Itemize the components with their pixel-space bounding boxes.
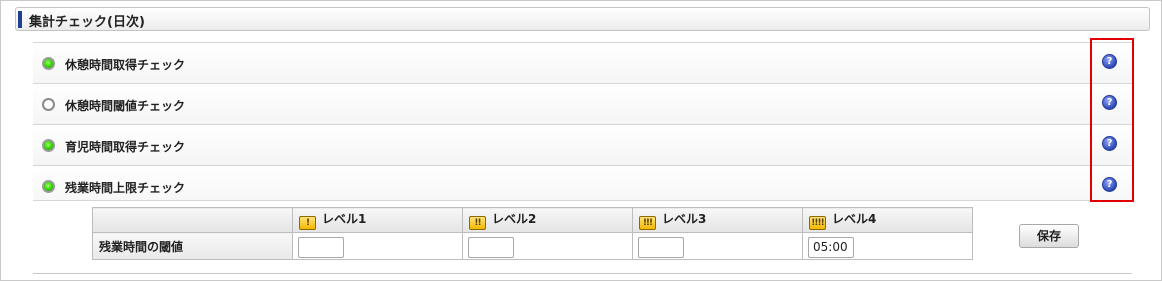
check-row-break-threshold[interactable]: 休憩時間閾値チェック ?	[33, 83, 1132, 125]
check-row-childcare-time[interactable]: 育児時間取得チェック ?	[33, 124, 1132, 166]
warning-level-3-icon: !!!	[639, 216, 656, 230]
level-3-time-input[interactable]	[638, 236, 684, 258]
corner-header	[92, 207, 293, 233]
table-row: 残業時間の閾値	[92, 232, 973, 260]
section-title: 集計チェック(日次)	[29, 15, 145, 30]
level-4-header: !!!! レベル4	[802, 207, 973, 233]
level-3-cell	[632, 232, 803, 260]
level-4-time-input[interactable]	[808, 236, 854, 258]
level-3-label: レベル3	[662, 212, 707, 226]
level-2-label: レベル2	[492, 212, 537, 226]
section-accent-bar	[18, 11, 22, 28]
status-on-icon	[42, 180, 55, 193]
check-label: 休憩時間取得チェック	[65, 58, 186, 72]
check-row-break-time[interactable]: 休憩時間取得チェック ?	[33, 42, 1132, 84]
table-header-row: ! レベル1 !! レベル2 !!! レベル3 !!!! レベル4	[92, 207, 973, 233]
level-1-time-input[interactable]	[298, 236, 344, 258]
warning-level-1-icon: !	[299, 216, 316, 230]
save-button[interactable]: 保存	[1019, 224, 1079, 248]
check-label: 残業時間上限チェック	[65, 181, 186, 195]
level-2-header: !! レベル2	[462, 207, 633, 233]
status-on-icon	[42, 57, 55, 70]
level-2-time-input[interactable]	[468, 236, 514, 258]
overtime-threshold-label: 残業時間の閾値	[92, 232, 293, 260]
check-label: 育児時間取得チェック	[65, 140, 186, 154]
status-on-icon	[42, 139, 55, 152]
level-1-cell	[292, 232, 463, 260]
status-off-icon	[42, 98, 55, 111]
level-1-label: レベル1	[322, 212, 367, 226]
section-header: 集計チェック(日次)	[15, 7, 1150, 31]
level-3-header: !!! レベル3	[632, 207, 803, 233]
level-1-header: ! レベル1	[292, 207, 463, 233]
overtime-threshold-table: ! レベル1 !! レベル2 !!! レベル3 !!!! レベル4 残業時間の閾値	[92, 207, 973, 260]
warning-level-2-icon: !!	[469, 216, 486, 230]
check-label: 休憩時間閾値チェック	[65, 99, 186, 113]
warning-level-4-icon: !!!!	[809, 216, 826, 230]
level-2-cell	[462, 232, 633, 260]
level-4-cell	[802, 232, 973, 260]
help-icons-highlight-box	[1090, 38, 1134, 202]
level-4-label: レベル4	[832, 212, 877, 226]
